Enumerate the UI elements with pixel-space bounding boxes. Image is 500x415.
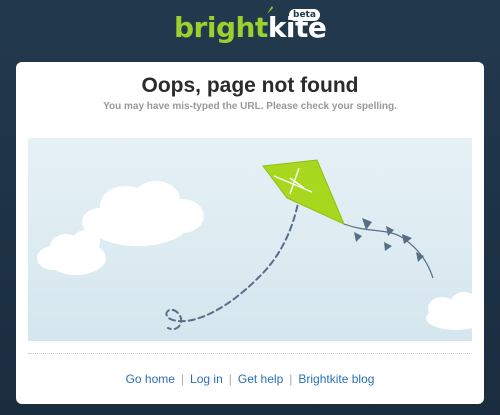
error-message: You may have mis-typed the URL. Please c…: [103, 101, 397, 112]
cloud-large: [82, 181, 204, 246]
divider: [28, 353, 472, 354]
kite-icon: [262, 159, 345, 225]
footer-separator: |: [289, 372, 293, 386]
logo-text-bright: bright: [174, 11, 268, 44]
site-header: brightkite beta: [0, 0, 500, 58]
logo-kite-mark-icon: [267, 6, 273, 14]
kite-illustration: [28, 138, 472, 341]
footer-separator: |: [228, 372, 232, 386]
sky-scene: [37, 159, 472, 331]
brightkite-blog-link[interactable]: Brightkite blog: [298, 372, 374, 386]
error-card: Oops, page not found You may have mis-ty…: [16, 62, 484, 404]
get-help-link[interactable]: Get help: [238, 372, 283, 386]
go-home-link[interactable]: Go home: [126, 372, 175, 386]
cloud-small-left: [37, 230, 106, 275]
footer-nav: Go home | Log in | Get help | Brightkite blog: [16, 372, 484, 386]
log-in-link[interactable]: Log in: [190, 372, 223, 386]
page-title: Oops, page not found: [141, 74, 359, 97]
footer-separator: |: [180, 372, 185, 386]
cloud-right: [426, 292, 472, 330]
kite-tail: [343, 218, 434, 279]
beta-badge: beta: [289, 9, 320, 21]
